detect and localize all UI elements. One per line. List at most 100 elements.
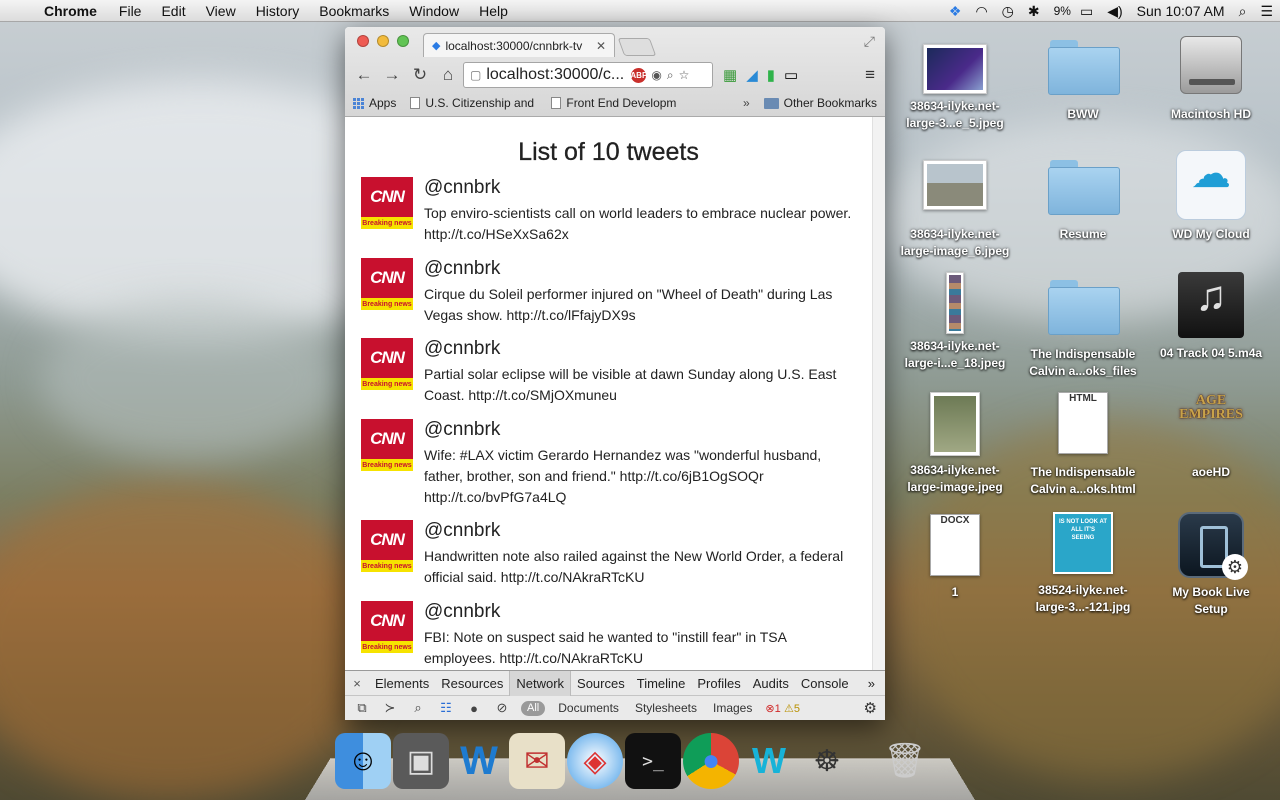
devtools-tab-resources[interactable]: Resources bbox=[435, 671, 509, 696]
rss-extension-icon[interactable]: ▮ bbox=[767, 66, 775, 84]
app-menu[interactable]: Chrome bbox=[40, 3, 109, 19]
bookmarks-overflow-chevron[interactable]: » bbox=[743, 96, 750, 110]
image-thumbnail bbox=[930, 392, 980, 456]
battery-icon[interactable]: ▭ bbox=[1073, 3, 1100, 20]
battery-percent[interactable]: 9% bbox=[1047, 4, 1073, 18]
filter-all[interactable]: All bbox=[521, 700, 546, 716]
zoom-icon[interactable]: ⌕ bbox=[667, 68, 674, 83]
browser-toolbar: ← → ↻ ⌂ ▢ localhost:30000/c... ABP ◉ ⌕ ☆… bbox=[345, 60, 885, 90]
desktop-icon-my-book-live[interactable]: ⚙ My Book Live Setup bbox=[1156, 512, 1266, 618]
desktop-icon-wd-my-cloud[interactable]: ☁ WD My Cloud bbox=[1156, 150, 1266, 243]
safari-icon[interactable]: ◈ bbox=[567, 733, 623, 789]
pencil-extension-icon[interactable]: ◢ bbox=[746, 66, 758, 84]
bookmark-apps[interactable]: Apps bbox=[353, 96, 396, 110]
bookmark-citizenship[interactable]: U.S. Citizenship and bbox=[410, 96, 537, 110]
desktop-icon-docx[interactable]: DOCX 1 bbox=[900, 514, 1010, 601]
desktop-icon-image-6[interactable]: 38634-ilyke.net- large-image_6.jpeg bbox=[900, 160, 1010, 260]
home-icon[interactable]: ⌂ bbox=[435, 65, 461, 85]
menu-edit[interactable]: Edit bbox=[151, 3, 195, 19]
reload-icon[interactable]: ↻ bbox=[407, 65, 433, 85]
spotlight-icon[interactable]: ⌕ bbox=[1232, 3, 1254, 20]
devtools-close-icon[interactable]: × bbox=[345, 676, 369, 691]
devtools-tab-console[interactable]: Console bbox=[795, 671, 855, 696]
clear-icon[interactable]: ⊘ bbox=[493, 700, 511, 716]
terminal-icon[interactable]: >_ bbox=[625, 733, 681, 789]
time-machine-icon[interactable]: ◷ bbox=[995, 3, 1021, 20]
colorzilla-icon[interactable]: ▦ bbox=[723, 66, 737, 84]
desktop-icon-calvin-html[interactable]: HTML The Indispensable Calvin a...oks.ht… bbox=[1028, 392, 1138, 498]
github-icon[interactable]: ☸ bbox=[799, 733, 855, 789]
devtools-tab-profiles[interactable]: Profiles bbox=[691, 671, 746, 696]
folder-icon bbox=[1048, 38, 1120, 95]
filter-documents[interactable]: Documents bbox=[555, 701, 622, 715]
inspect-search-icon[interactable]: ⌕ bbox=[409, 700, 427, 716]
cast-icon[interactable]: ▭ bbox=[784, 66, 798, 84]
desktop-icon-label: BWW bbox=[1067, 107, 1099, 121]
devtools-tab-elements[interactable]: Elements bbox=[369, 671, 435, 696]
new-tab-button[interactable] bbox=[617, 38, 657, 56]
minimize-window-button[interactable] bbox=[377, 35, 389, 47]
desktop-icon-resume[interactable]: Resume bbox=[1028, 158, 1138, 243]
fullscreen-icon[interactable]: ⤢ bbox=[864, 33, 875, 50]
devtools-tab-sources[interactable]: Sources bbox=[571, 671, 631, 696]
desktop-icon-image[interactable]: 38634-ilyke.net- large-image.jpeg bbox=[900, 392, 1010, 496]
bookmark-other[interactable]: Other Bookmarks bbox=[763, 96, 877, 110]
devtools-tab-audits[interactable]: Audits bbox=[747, 671, 795, 696]
desktop-icon-image-121[interactable]: IS NOT LOOK AT ALL IT'S SEEING 38524-ily… bbox=[1028, 512, 1138, 616]
menu-help[interactable]: Help bbox=[469, 3, 518, 19]
bluetooth-icon[interactable]: ✱ bbox=[1021, 3, 1047, 20]
reddit-icon[interactable]: ◉ bbox=[651, 68, 661, 82]
menu-bookmarks[interactable]: Bookmarks bbox=[309, 3, 399, 19]
desktop-icon-calvin-files[interactable]: The Indispensable Calvin a...oks_files bbox=[1028, 278, 1138, 380]
devtools-tab-network[interactable]: Network bbox=[509, 670, 572, 696]
breaking-news-tag: Breaking news bbox=[361, 459, 413, 471]
volume-icon[interactable]: ◀) bbox=[1100, 3, 1129, 20]
finder-icon[interactable]: ☺ bbox=[335, 733, 391, 789]
desktop-icon-aoehd[interactable]: AGE EMPIRES aoeHD bbox=[1156, 394, 1266, 481]
devtools-settings-icon[interactable]: ⚙ bbox=[864, 699, 885, 717]
close-tab-icon[interactable]: ✕ bbox=[596, 39, 606, 53]
url-text[interactable]: localhost:30000/c... bbox=[486, 66, 626, 84]
close-window-button[interactable] bbox=[357, 35, 369, 47]
bookmark-star-icon[interactable]: ☆ bbox=[679, 68, 690, 82]
maps-icon[interactable]: ✉ bbox=[509, 733, 565, 789]
desktop-icon-macintosh-hd[interactable]: Macintosh HD bbox=[1156, 36, 1266, 123]
filter-images[interactable]: Images bbox=[710, 701, 755, 715]
desktop-icon-bww[interactable]: BWW bbox=[1028, 38, 1138, 123]
page-scrollbar[interactable] bbox=[872, 117, 885, 670]
desktop-icon-track-04[interactable]: ♫ 04 Track 04 5.m4a bbox=[1156, 272, 1266, 362]
record-icon[interactable]: ● bbox=[465, 701, 483, 716]
wifi-icon[interactable]: ◠ bbox=[968, 3, 994, 20]
menu-history[interactable]: History bbox=[246, 3, 310, 19]
filter-stylesheets[interactable]: Stylesheets bbox=[632, 701, 700, 715]
dropbox-icon[interactable]: ❖ bbox=[942, 3, 969, 20]
large-rows-icon[interactable]: ☷ bbox=[437, 700, 455, 716]
photo-app-icon[interactable]: ▣ bbox=[393, 733, 449, 789]
notification-center-icon[interactable]: ☰ bbox=[1253, 3, 1280, 20]
console-counts[interactable]: ⊗1 ⚠5 bbox=[765, 701, 800, 715]
address-bar[interactable]: ▢ localhost:30000/c... ABP ◉ ⌕ ☆ bbox=[463, 62, 713, 88]
desktop-icon-image-18[interactable]: 38634-ilyke.net- large-i...e_18.jpeg bbox=[900, 272, 1010, 372]
trash-icon[interactable]: 🗑 bbox=[877, 733, 933, 789]
bookmark-label: Apps bbox=[369, 96, 397, 110]
back-icon[interactable]: ← bbox=[351, 65, 377, 85]
dock-side-icon[interactable]: ⧉ bbox=[353, 700, 371, 716]
chrome-menu-icon[interactable]: ≡ bbox=[865, 65, 879, 85]
zoom-window-button[interactable] bbox=[397, 35, 409, 47]
adblock-icon[interactable]: ABP bbox=[630, 67, 647, 83]
devtools-tab-timeline[interactable]: Timeline bbox=[631, 671, 692, 696]
console-drawer-icon[interactable]: ≻ bbox=[381, 700, 399, 716]
forward-icon[interactable]: → bbox=[379, 65, 405, 85]
menu-file[interactable]: File bbox=[109, 3, 152, 19]
clock[interactable]: Sun 10:07 AM bbox=[1130, 3, 1232, 19]
menu-view[interactable]: View bbox=[196, 3, 246, 19]
desktop-icon-label: My Book Live Setup bbox=[1172, 585, 1250, 616]
desktop-icon-image-1[interactable]: 38634-ilyke.net- large-3...e_5.jpeg bbox=[900, 44, 1010, 132]
menu-window[interactable]: Window bbox=[399, 3, 469, 19]
browser-tab[interactable]: ◆ localhost:30000/cnnbrk-tv ✕ bbox=[423, 33, 615, 57]
webstorm-icon[interactable]: W bbox=[741, 733, 797, 789]
word-icon[interactable]: W bbox=[451, 733, 507, 789]
bookmark-front-end[interactable]: Front End Developm bbox=[551, 96, 684, 110]
chrome-icon[interactable]: ● bbox=[683, 733, 739, 789]
devtools-more-tabs[interactable]: » bbox=[868, 676, 885, 691]
